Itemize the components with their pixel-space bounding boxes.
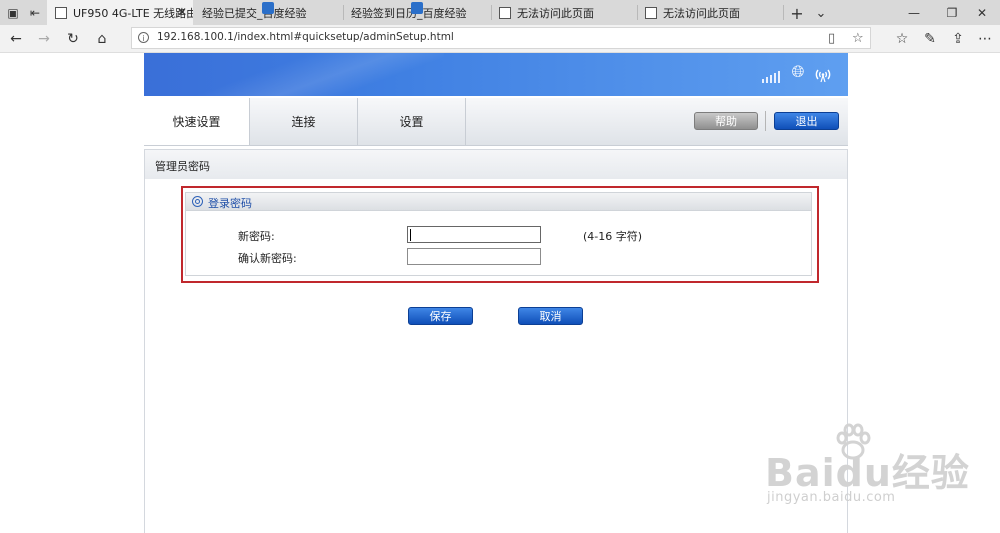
browser-tab-bar: ▣ ⇤ UF950 4G-LTE 无线路由 ✕ 经验已提交_百度经验 经验签到日…	[0, 0, 1000, 26]
save-button[interactable]: 保存	[408, 307, 473, 325]
close-window-button[interactable]: ✕	[964, 0, 1000, 25]
signal-icon	[761, 65, 781, 83]
browser-tab-active[interactable]: UF950 4G-LTE 无线路由 ✕	[47, 0, 193, 25]
forward-arrow-icon[interactable]: →	[34, 29, 54, 49]
page-icon	[55, 6, 67, 19]
baidu-paw-icon	[262, 2, 274, 14]
tab-title: 经验已提交_百度经验	[202, 6, 307, 20]
tab-dropdown-icon[interactable]: ⌄	[812, 4, 830, 22]
browser-nav-bar: ← → ↻ ⌂ i 192.168.100.1/index.html#quick…	[0, 25, 1000, 53]
tab-settings[interactable]: 设置	[358, 98, 466, 145]
router-banner: 🌐︎	[144, 53, 848, 96]
content-header: 管理员密码	[145, 150, 847, 179]
wifi-antenna-icon	[813, 65, 833, 83]
baidu-watermark: Baidu经验 jingyan.baidu.com	[765, 420, 995, 510]
back-arrow-icon[interactable]: ←	[6, 29, 26, 49]
favorites-hub-icon[interactable]: ☆	[892, 29, 912, 49]
browser-tab[interactable]: 无法访问此页面	[491, 0, 637, 25]
watermark-sub: jingyan.baidu.com	[767, 490, 896, 505]
share-icon[interactable]: ⇪	[948, 29, 968, 49]
banner-decoration	[144, 53, 444, 96]
set-aside-tabs-icon[interactable]: ⇤	[26, 4, 44, 22]
menu-divider	[765, 111, 766, 131]
highlight-box	[181, 186, 819, 283]
tab-connection[interactable]: 连接	[250, 98, 358, 145]
minimize-button[interactable]: —	[896, 0, 932, 25]
browser-tab[interactable]: 无法访问此页面	[637, 0, 783, 25]
refresh-icon[interactable]: ↻	[63, 29, 83, 49]
cancel-button[interactable]: 取消	[518, 307, 583, 325]
baidu-paw-icon	[411, 2, 423, 14]
router-menu-bar: 快速设置 连接 设置 帮助 退出	[144, 98, 848, 146]
help-button[interactable]: 帮助	[694, 112, 758, 130]
home-icon[interactable]: ⌂	[92, 29, 112, 49]
close-tab-icon[interactable]: ✕	[177, 5, 187, 19]
tab-title: 无法访问此页面	[517, 6, 594, 20]
page-title: 管理员密码	[155, 160, 210, 173]
tab-quick-setup[interactable]: 快速设置	[144, 98, 250, 145]
page-scrollbar[interactable]	[988, 53, 1000, 533]
logout-button[interactable]: 退出	[774, 112, 839, 130]
tab-title: 无法访问此页面	[663, 6, 740, 20]
page-icon	[499, 6, 511, 19]
pen-icon[interactable]: ✎	[920, 29, 940, 49]
watermark-main: Baidu经验	[765, 451, 970, 495]
tab-actions-icon[interactable]: ▣	[4, 4, 22, 22]
tab-separator	[783, 5, 784, 20]
reading-view-icon[interactable]: ▯	[828, 31, 835, 46]
info-icon[interactable]: i	[138, 32, 149, 43]
url-text[interactable]: 192.168.100.1/index.html#quicksetup/admi…	[157, 31, 454, 43]
more-menu-icon[interactable]: ⋯	[975, 29, 995, 49]
page-icon	[645, 6, 657, 19]
address-bar[interactable]: i 192.168.100.1/index.html#quicksetup/ad…	[131, 27, 871, 49]
tab-title: 经验签到日历_百度经验	[351, 6, 467, 20]
tab-title: UF950 4G-LTE 无线路由	[73, 6, 193, 20]
globe-icon: 🌐︎	[791, 62, 805, 81]
browser-tab[interactable]: 经验已提交_百度经验	[194, 0, 342, 25]
browser-tab[interactable]: 经验签到日历_百度经验	[343, 0, 491, 25]
new-tab-button[interactable]: +	[788, 4, 806, 23]
favorite-star-icon[interactable]: ☆	[852, 31, 864, 46]
